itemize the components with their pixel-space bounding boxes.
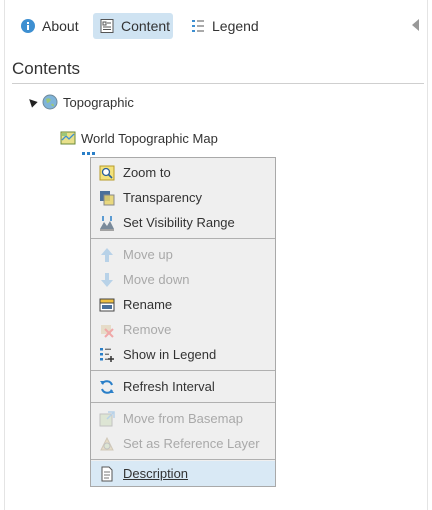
tab-legend[interactable]: Legend [184,13,265,39]
menu-separator [91,402,275,403]
menu-item-zoom-to[interactable]: Zoom to [91,160,275,185]
layer-options-icon[interactable] [82,152,95,155]
tab-content[interactable]: Content [93,13,173,39]
menu-separator [91,238,275,239]
expand-toggle-icon[interactable] [26,96,38,108]
tab-legend-label: Legend [212,18,259,34]
layer-map-icon [60,131,76,145]
menu-item-rename[interactable]: Rename [91,292,275,317]
tree-item-layer[interactable]: World Topographic Map [60,129,218,147]
tab-about-label: About [42,18,79,34]
transparency-icon [100,190,115,205]
menu-item-refresh-interval[interactable]: Refresh Interval [91,374,275,399]
basemap-globe-icon [42,94,58,110]
collapse-panel-icon[interactable] [412,19,419,31]
heading-divider [12,83,424,84]
menu-separator [91,459,275,460]
reference-layer-icon [100,436,114,450]
legend-list-icon [192,20,204,32]
menu-item-description[interactable]: Description [91,461,275,486]
remove-icon [101,324,114,338]
page-title: Contents [12,59,81,78]
menu-separator [91,370,275,371]
layer-context-menu: Zoom to Transparency Set Visibility Rang… [90,157,276,487]
visibility-range-icon [100,215,114,230]
menu-item-set-as-reference-layer[interactable]: Set as Reference Layer [91,431,275,456]
tab-bar: About Content Legend [0,0,432,52]
move-basemap-icon [99,410,115,426]
legend-icon [100,347,114,362]
tree-item-basemap[interactable]: Topographic [26,93,134,111]
zoom-to-icon [99,165,115,180]
tree-item-layer-label: World Topographic Map [81,130,218,146]
info-icon [21,19,35,33]
menu-item-show-in-legend[interactable]: Show in Legend [91,342,275,367]
tab-content-label: Content [121,18,171,34]
refresh-icon [100,379,114,394]
content-icon [100,19,114,33]
description-icon [101,466,113,481]
arrow-up-icon [101,247,113,262]
arrow-down-icon [101,272,113,287]
rename-icon [99,298,115,311]
tab-about[interactable]: About [14,13,85,39]
menu-item-transparency[interactable]: Transparency [91,185,275,210]
menu-item-remove[interactable]: Remove [91,317,275,342]
menu-item-move-down[interactable]: Move down [91,267,275,292]
menu-item-move-up[interactable]: Move up [91,242,275,267]
menu-item-set-visibility-range[interactable]: Set Visibility Range [91,210,275,235]
menu-item-move-from-basemap[interactable]: Move from Basemap [91,406,275,431]
tree-item-basemap-label: Topographic [63,94,134,110]
